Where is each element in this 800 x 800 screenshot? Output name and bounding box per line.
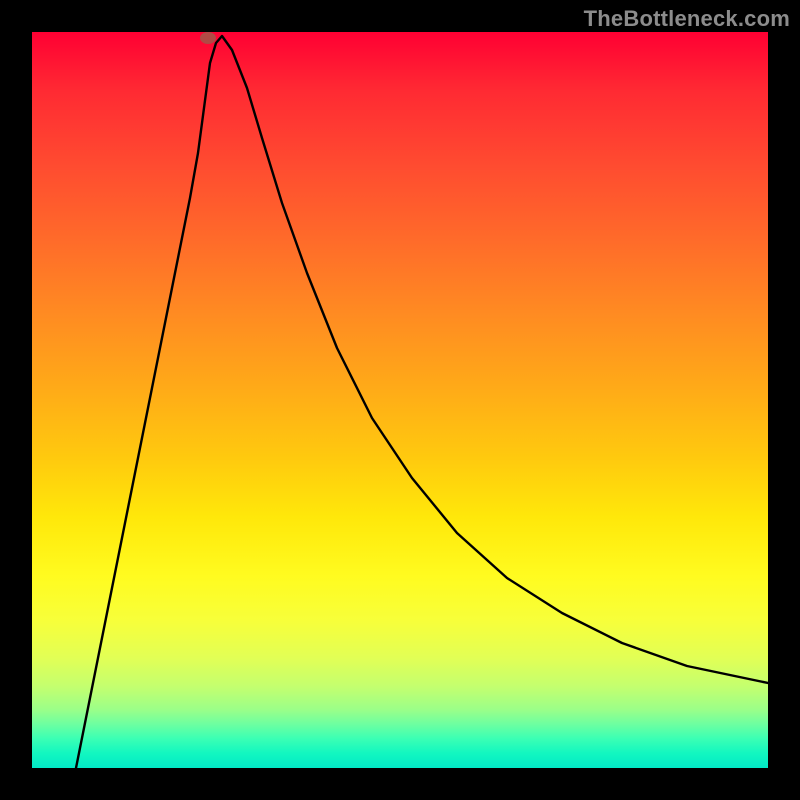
minimum-marker [200, 32, 216, 44]
bottleneck-curve [75, 36, 768, 768]
chart-svg [32, 32, 768, 768]
watermark-text: TheBottleneck.com [584, 6, 790, 32]
chart-frame: TheBottleneck.com [0, 0, 800, 800]
plot-area [32, 32, 768, 768]
